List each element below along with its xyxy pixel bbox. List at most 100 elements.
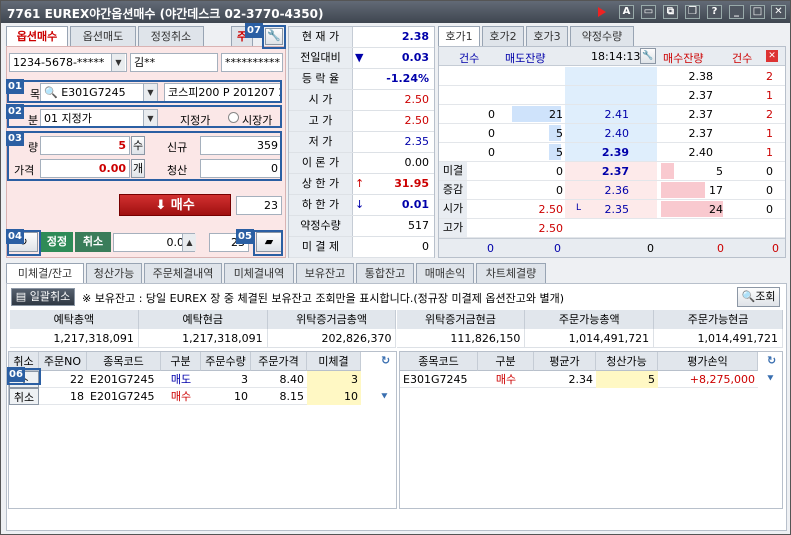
quote-row-label: 상 한 가 — [289, 174, 353, 194]
refresh-left-icon[interactable]: ↻ — [381, 354, 390, 367]
modify-button[interactable]: 정정 — [41, 232, 73, 252]
quote-row: 전일대비 ▼ 0.03 — [289, 48, 434, 69]
scroll-down-right-icon[interactable]: ⯆ — [766, 372, 775, 386]
open-order-qty: 3 — [241, 373, 248, 386]
bottom-tab[interactable]: 통합잔고 — [356, 263, 414, 284]
summary-header: 예탁현금 — [138, 310, 268, 329]
tab-book-3[interactable]: 호가3 — [526, 26, 568, 47]
font-button[interactable]: A — [619, 5, 634, 19]
buy-count: 23 — [236, 196, 282, 215]
tab-book-volume[interactable]: 약정수량 — [570, 26, 634, 47]
quote-row-label: 등 락 율 — [289, 69, 353, 89]
bid-count: 2 — [766, 70, 773, 83]
cancel-all-button[interactable]: ▤ 일괄취소 — [11, 288, 75, 306]
tab-modify-cancel[interactable]: 정정취소 — [138, 26, 204, 47]
bid-qty: 24 — [709, 203, 723, 216]
record-icon[interactable] — [598, 7, 606, 17]
bottom-tab[interactable]: 차트체결량 — [476, 263, 546, 284]
printer-icon: ▤ — [15, 290, 27, 303]
bottom-tab[interactable]: 미체결/잔고 — [6, 263, 84, 284]
open-order-price: 8.15 — [279, 390, 305, 403]
bottom-tab[interactable]: 미체결내역 — [224, 263, 294, 284]
close-button[interactable]: ✕ — [771, 5, 786, 19]
ask-qty: 5 — [556, 127, 563, 140]
bid-price: 2.36 — [604, 184, 630, 197]
bottom-panel: 미체결/잔고 청산가능 주문체결내역 미체결내역 보유잔고 통합잔고 매매손익 차트체결량 ▤… — [6, 263, 787, 531]
open-orders-col-header: 종목코드 — [87, 352, 161, 371]
book-bid-row[interactable]: 증감 0 2.36 17 0 — [439, 181, 785, 200]
holding-row[interactable]: E301G7245 매수 2.34 5 +8,275,000 — [400, 371, 758, 388]
quote-row-value: 2.50 — [404, 114, 430, 127]
bid-count: 0 — [766, 184, 773, 197]
buy-button[interactable]: ⬇ 매수 — [119, 194, 231, 216]
query-button[interactable]: 🔍조회 — [737, 287, 780, 307]
tab-option-sell[interactable]: 옵션매도 — [70, 26, 136, 47]
tab-book-2[interactable]: 호가2 — [482, 26, 524, 47]
quote-row-label: 저 가 — [289, 132, 353, 152]
book-stat-label: 고가 — [439, 219, 467, 237]
book-total: 0 — [772, 242, 779, 255]
maximize-button[interactable]: □ — [750, 5, 765, 19]
book-ask-row[interactable]: 0 5 2.39 2.40 1 — [439, 143, 785, 162]
open-order-open: 10 — [307, 388, 361, 405]
bottom-tab[interactable]: 주문체결내역 — [144, 263, 222, 284]
quote-row: 현 재 가 2.38 — [289, 27, 434, 48]
bid-qty-bar — [661, 182, 705, 198]
quote-row-value: 31.95 — [394, 177, 429, 190]
quote-row-value: 2.50 — [404, 93, 430, 106]
copy-icon[interactable]: ⧉ — [663, 5, 678, 19]
help-button[interactable]: ? — [707, 5, 722, 19]
book-ask-row[interactable]: 0 21 2.41 2.37 2 — [439, 105, 785, 124]
quote-row: 저 가 2.35 — [289, 132, 434, 153]
open-order-row[interactable]: 취소 18 E201G7245 매수 10 8.15 10 — [9, 388, 361, 405]
book-bid-row[interactable]: 시가 2.50 L 2.35 24 0 — [439, 200, 785, 219]
ask-price-cell — [565, 86, 657, 104]
tab-book-1[interactable]: 호가1 — [438, 26, 480, 47]
book-ask-row[interactable]: 2.38 2 — [439, 67, 785, 86]
open-order-cancel[interactable]: 취소 — [9, 388, 39, 405]
tab-option-buy[interactable]: 옵션매수 — [6, 26, 68, 47]
notice-text: ※ 보유잔고 : 당일 EUREX 장 중 체결된 보유잔고 조회만을 표시합니… — [82, 292, 565, 305]
bid-qty: 2.37 — [688, 108, 714, 121]
quote-row: 시 가 2.50 — [289, 90, 434, 111]
close-book-icon[interactable]: ✕ — [766, 50, 778, 62]
restore-icon[interactable]: ❐ — [685, 5, 700, 19]
holdings-col-header: 평균가 — [534, 352, 596, 371]
minimize-button[interactable]: _ — [729, 5, 744, 19]
scroll-down-left-icon[interactable]: ⯆ — [380, 390, 389, 404]
highlight-05 — [253, 230, 283, 256]
book-bid-row[interactable]: 미결 0 2.37 5 0 — [439, 162, 785, 181]
book-stat-value: 2.50 — [538, 203, 564, 216]
book-ask-row[interactable]: 0 5 2.40 2.37 1 — [439, 124, 785, 143]
bottom-tab[interactable]: 매매손익 — [416, 263, 474, 284]
open-orders-col-header: 주문가격 — [251, 352, 307, 371]
book-bid-row[interactable]: 고가 2.50 — [439, 219, 785, 238]
bid-qty-bar — [661, 163, 674, 179]
refresh-right-icon[interactable]: ↻ — [767, 354, 776, 367]
tool-icon[interactable]: 🔧 — [640, 48, 656, 64]
bid-count: 1 — [766, 89, 773, 102]
open-orders-col-header: 주문수량 — [201, 352, 251, 371]
buy-button-label: 매수 — [170, 198, 195, 213]
summary-value: 202,826,370 — [267, 329, 397, 348]
ask-qty: 21 — [549, 108, 563, 121]
bid-count: 2 — [766, 108, 773, 121]
cancel-button[interactable]: 취소 — [75, 232, 111, 252]
bottom-tab[interactable]: 보유잔고 — [296, 263, 354, 284]
modify-price-spinner-icon[interactable]: ▲ — [182, 234, 196, 251]
quote-row: 등 락 율 -1.24% — [289, 69, 434, 90]
holding-side: 매수 — [495, 373, 517, 386]
quote-row-label: 시 가 — [289, 90, 353, 110]
book-ask-row[interactable]: 2.37 1 — [439, 86, 785, 105]
link-icon[interactable]: ▭ — [641, 5, 656, 19]
open-order-row[interactable]: 소22E201G7245매도38.403 — [9, 371, 361, 388]
holdings-header: 종목코드 구분 평균가 청산가능 평가손익 — [400, 352, 782, 371]
account-select[interactable]: 1234-5678-***** — [9, 53, 127, 72]
quote-row-value: 2.38 — [401, 30, 429, 43]
holdings-col-header: 평가손익 — [658, 352, 758, 371]
ask-price: 2.39 — [601, 146, 629, 159]
account-dropdown-icon[interactable]: ▼ — [111, 54, 125, 71]
open-orders-col-header: 미체결 — [307, 352, 361, 371]
bottom-tab[interactable]: 청산가능 — [86, 263, 142, 284]
password-field[interactable]: ********** — [221, 53, 283, 72]
